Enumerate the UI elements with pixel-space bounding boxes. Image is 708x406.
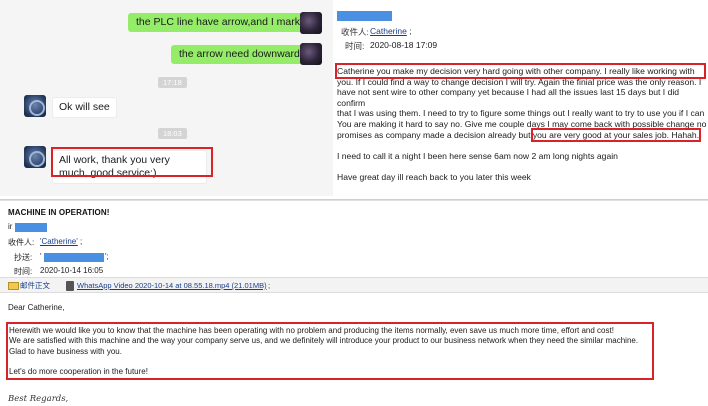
cc-field[interactable]: ' xyxy=(40,252,42,261)
contact-avatar[interactable] xyxy=(24,146,46,168)
section-divider xyxy=(0,199,708,200)
email-reply-panel: 收件人: Catherine ; 时间: 2020-08-18 17:09 Ca… xyxy=(333,0,708,200)
cc-prefix: ' xyxy=(40,252,42,261)
redacted-cc xyxy=(44,253,104,262)
attachment-bar: 邮件正文 WhatsApp Video 2020-10-14 at 08.55.… xyxy=(0,277,708,293)
my-avatar[interactable] xyxy=(300,12,322,34)
email-body: Catherine you make my decision very hard… xyxy=(337,66,708,183)
signature: Best Regards, xyxy=(8,394,69,404)
chat-timestamp: 17:18 xyxy=(158,77,187,88)
greeting: Dear Catherine, xyxy=(8,303,65,312)
time-label: 时间: xyxy=(345,41,365,51)
highlighted-praise: you are very good at your sales job. Hah… xyxy=(530,127,702,142)
envelope-icon[interactable] xyxy=(8,282,19,290)
redacted-sender xyxy=(337,11,392,21)
body-line: I need to call it a night I been here se… xyxy=(337,150,618,161)
time-value: 2020-08-18 17:09 xyxy=(370,40,438,50)
sender-field[interactable]: ir xyxy=(8,222,12,231)
recipient-link[interactable]: Catherine xyxy=(370,26,407,36)
body-line: You are making it hard to say no. Give m… xyxy=(337,118,707,129)
chat-timestamp: 18:03 xyxy=(158,128,187,139)
to-label: 收件人: xyxy=(8,238,35,247)
chat-panel: the PLC line have arrow,and I mark it th… xyxy=(0,0,333,196)
my-avatar[interactable] xyxy=(300,43,322,65)
to-label: 收件人: xyxy=(341,27,369,37)
recipient-suffix: ; xyxy=(79,237,83,246)
time-label: 时间: xyxy=(14,267,33,276)
body-line: that I was using them. I need to try to … xyxy=(337,108,705,119)
email-subject: MACHINE IN OPERATION! xyxy=(8,208,110,217)
highlight-box xyxy=(335,63,706,79)
attachment-video-link[interactable]: WhatsApp Video 2020-10-14 at 08.55.18.mp… xyxy=(77,278,267,294)
attachment-mail-body[interactable]: 邮件正文 xyxy=(20,278,50,294)
to-field[interactable]: 'Catherine' ; xyxy=(40,237,82,246)
time-value: 2020-10-14 16:05 xyxy=(40,266,104,275)
video-file-icon[interactable] xyxy=(66,281,74,291)
body-line: Have great day ill reach back to you lat… xyxy=(337,171,531,182)
sender-prefix: ir xyxy=(8,222,13,231)
cc-label: 抄送: xyxy=(14,253,33,262)
highlight-box xyxy=(6,322,654,380)
to-field[interactable]: Catherine ; xyxy=(370,26,412,36)
body-line: have not sent wire to other company yet … xyxy=(337,87,680,108)
contact-avatar[interactable] xyxy=(24,95,46,117)
body-line-text: promises as company made a decision alre… xyxy=(337,129,533,140)
attachment-suffix: ; xyxy=(268,281,271,290)
email-message-panel: MACHINE IN OPERATION! ir 收件人: 'Catherine… xyxy=(0,200,708,406)
recipient-link[interactable]: 'Catherine' xyxy=(40,237,78,246)
highlight-box xyxy=(51,147,213,177)
body-line: promises as company made a decision alre… xyxy=(337,127,708,142)
chat-message-incoming[interactable]: Ok will see xyxy=(52,97,117,118)
cc-suffix: '; xyxy=(105,252,109,261)
recipient-suffix: ; xyxy=(409,26,412,36)
chat-message-outgoing[interactable]: the arrow need downward xyxy=(171,45,308,64)
chat-message-outgoing[interactable]: the PLC line have arrow,and I mark it xyxy=(128,13,317,32)
redacted-sender xyxy=(15,223,47,232)
